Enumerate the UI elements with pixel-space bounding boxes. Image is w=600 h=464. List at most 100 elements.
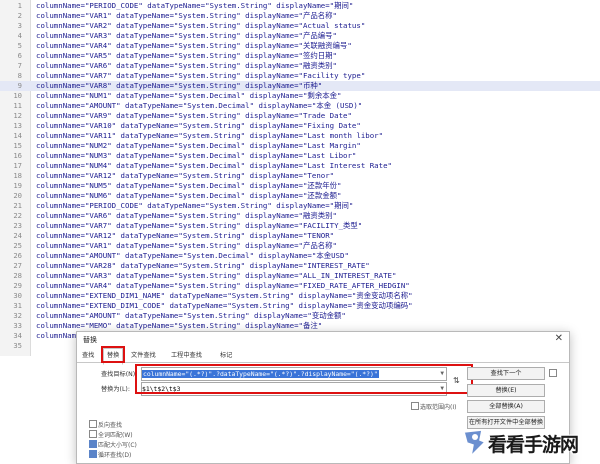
tab-find-in-files[interactable]: 文件查找 — [131, 350, 156, 359]
option-label: 循环查找(D) — [98, 452, 132, 459]
line-number: 29 — [13, 281, 22, 290]
code-text: columnName="VAR7" dataTypeName="System.S… — [36, 71, 366, 80]
line-number: 7 — [17, 61, 22, 70]
code-line[interactable]: 8 columnName="VAR7" dataTypeName="System.… — [0, 71, 600, 81]
code-line[interactable]: 15 columnName="NUM2" dataTypeName="System… — [0, 141, 600, 151]
line-number: 8 — [17, 71, 22, 80]
option-label: 反向查找 — [98, 422, 123, 429]
code-line[interactable]: 23 columnName="VAR7" dataTypeName="System… — [0, 221, 600, 231]
transparency-checkbox[interactable] — [549, 369, 557, 377]
code-line[interactable]: 20 columnName="NUM6" dataTypeName="System… — [0, 191, 600, 201]
code-line[interactable]: 10 columnName="NUM1" dataTypeName="System… — [0, 91, 600, 101]
code-line[interactable]: 18 columnName="VAR12" dataTypeName="Syste… — [0, 171, 600, 181]
line-number: 28 — [13, 271, 22, 280]
line-number: 6 — [17, 51, 22, 60]
code-text: columnName="NUM6" dataTypeName="System.D… — [36, 191, 342, 200]
code-line[interactable]: 7 columnName="VAR6" dataTypeName="System.… — [0, 61, 600, 71]
in-selection-checkbox[interactable] — [411, 402, 419, 410]
code-line[interactable]: 13 columnName="VAR10" dataTypeName="Syste… — [0, 121, 600, 131]
code-text: columnName="EXTEND_DIM1_NAME" dataTypeNa… — [36, 291, 413, 300]
replace-all-button[interactable]: 全部替换(A) — [467, 400, 545, 413]
code-line[interactable]: 14 columnName="VAR11" dataTypeName="Syste… — [0, 131, 600, 141]
line-number: 16 — [13, 151, 22, 160]
find-next-button[interactable]: 查找下一个 — [467, 367, 545, 380]
code-line[interactable]: 31 columnName="EXTEND_DIM1_CODE" dataType… — [0, 301, 600, 311]
code-text: columnName="VAR4" dataTypeName="System.S… — [36, 281, 410, 290]
highlight-box-tab — [101, 346, 125, 363]
code-line[interactable]: 3 columnName="VAR2" dataTypeName="System.… — [0, 21, 600, 31]
close-icon[interactable]: ✕ — [555, 333, 563, 344]
code-text: columnName="VAR3" dataTypeName="System.S… — [36, 271, 397, 280]
line-number: 21 — [13, 201, 22, 210]
line-number: 20 — [13, 191, 22, 200]
code-line[interactable]: 21 columnName="PERIOD_CODE" dataTypeName=… — [0, 201, 600, 211]
option-checkbox[interactable] — [89, 440, 97, 448]
code-text: columnName="EXTEND_DIM1_CODE" dataTypeNa… — [36, 301, 413, 310]
line-number: 33 — [13, 321, 22, 330]
line-number: 18 — [13, 171, 22, 180]
code-line[interactable]: 32 columnName="AMOUNT" dataTypeName="Syst… — [0, 311, 600, 321]
code-line[interactable]: 5 columnName="VAR4" dataTypeName="System.… — [0, 41, 600, 51]
code-line[interactable]: 11 columnName="AMOUNT" dataTypeName="Syst… — [0, 101, 600, 111]
code-line[interactable]: 2 columnName="VAR1" dataTypeName="System.… — [0, 11, 600, 21]
option-checkbox[interactable] — [89, 420, 97, 428]
code-line[interactable]: 6 columnName="VAR5" dataTypeName="System.… — [0, 51, 600, 61]
code-text: columnName="VAR6" dataTypeName="System.S… — [36, 61, 337, 70]
line-number: 3 — [17, 21, 22, 30]
code-text: columnName="AMOUNT" dataTypeName="System… — [36, 101, 363, 110]
line-number: 30 — [13, 291, 22, 300]
highlight-box-fields — [135, 364, 473, 394]
line-number: 24 — [13, 231, 22, 240]
code-line[interactable]: 1 columnName="PERIOD_CODE" dataTypeName="… — [0, 1, 600, 11]
code-line[interactable]: 16 columnName="NUM3" dataTypeName="System… — [0, 151, 600, 161]
code-line[interactable]: 24 columnName="VAR12" dataTypeName="Syste… — [0, 231, 600, 241]
code-line[interactable]: 19 columnName="NUM5" dataTypeName="System… — [0, 181, 600, 191]
code-line[interactable]: 9 columnName="VAR8" dataTypeName="System.… — [0, 81, 600, 91]
code-text: columnName="VAR4" dataTypeName="System.S… — [36, 41, 352, 50]
code-text: columnName="AMOUNT" dataTypeName="System… — [36, 311, 346, 320]
code-line[interactable]: 25 columnName="VAR1" dataTypeName="System… — [0, 241, 600, 251]
code-line[interactable]: 33 columnName="MEMO" dataTypeName="System… — [0, 321, 600, 331]
code-line[interactable]: 27 columnName="VAR28" dataTypeName="Syste… — [0, 261, 600, 271]
code-editor[interactable]: 1 columnName="PERIOD_CODE" dataTypeName="… — [0, 0, 600, 356]
option-label: 匹配大小写(C) — [98, 442, 137, 449]
line-number: 32 — [13, 311, 22, 320]
code-text: columnName="AMOUNT" dataTypeName="System… — [36, 251, 349, 260]
code-text: columnName="NUM5" dataTypeName="System.D… — [36, 181, 342, 190]
tab-find[interactable]: 查找 — [82, 350, 94, 359]
line-number: 15 — [13, 141, 22, 150]
line-number: 5 — [17, 41, 22, 50]
code-text: columnName="VAR6" dataTypeName="System.S… — [36, 211, 337, 220]
code-text: columnName="VAR1" dataTypeName="System.S… — [36, 241, 337, 250]
code-text: columnName="VAR5" dataTypeName="System.S… — [36, 51, 337, 60]
line-number: 12 — [13, 111, 22, 120]
tab-mark[interactable]: 标记 — [220, 350, 232, 359]
code-text: columnName="VAR2" dataTypeName="System.S… — [36, 21, 366, 30]
option-checkbox[interactable] — [89, 430, 97, 438]
dialog-tabs: 查找 替换 文件查找 工程中查找 标记 — [77, 348, 569, 365]
code-line[interactable]: 26 columnName="AMOUNT" dataTypeName="Syst… — [0, 251, 600, 261]
code-text: columnName="VAR7" dataTypeName="System.S… — [36, 221, 363, 230]
line-number: 10 — [13, 91, 22, 100]
code-line[interactable]: 17 columnName="NUM4" dataTypeName="System… — [0, 161, 600, 171]
line-number: 26 — [13, 251, 22, 260]
code-line[interactable]: 28 columnName="VAR3" dataTypeName="System… — [0, 271, 600, 281]
code-line[interactable]: 12 columnName="VAR9" dataTypeName="System… — [0, 111, 600, 121]
tab-find-in-project[interactable]: 工程中查找 — [171, 350, 202, 359]
line-number: 25 — [13, 241, 22, 250]
code-text: columnName="NUM2" dataTypeName="System.D… — [36, 141, 361, 150]
code-text: columnName="VAR8" dataTypeName="System.S… — [36, 81, 323, 90]
line-number: 31 — [13, 301, 22, 310]
code-line[interactable]: 29 columnName="VAR4" dataTypeName="System… — [0, 281, 600, 291]
replace-button[interactable]: 替换(E) — [467, 384, 545, 397]
line-number: 9 — [17, 81, 22, 90]
line-number: 1 — [17, 1, 22, 10]
option-checkbox[interactable] — [89, 450, 97, 458]
code-text: columnName="VAR28" dataTypeName="System.… — [36, 261, 370, 270]
code-line[interactable]: 22 columnName="VAR6" dataTypeName="System… — [0, 211, 600, 221]
line-number: 4 — [17, 31, 22, 40]
code-line[interactable]: 30 columnName="EXTEND_DIM1_NAME" dataType… — [0, 291, 600, 301]
code-line[interactable]: 4 columnName="VAR3" dataTypeName="System.… — [0, 31, 600, 41]
line-number: 19 — [13, 181, 22, 190]
swap-icon[interactable]: ⇅ — [453, 376, 460, 385]
